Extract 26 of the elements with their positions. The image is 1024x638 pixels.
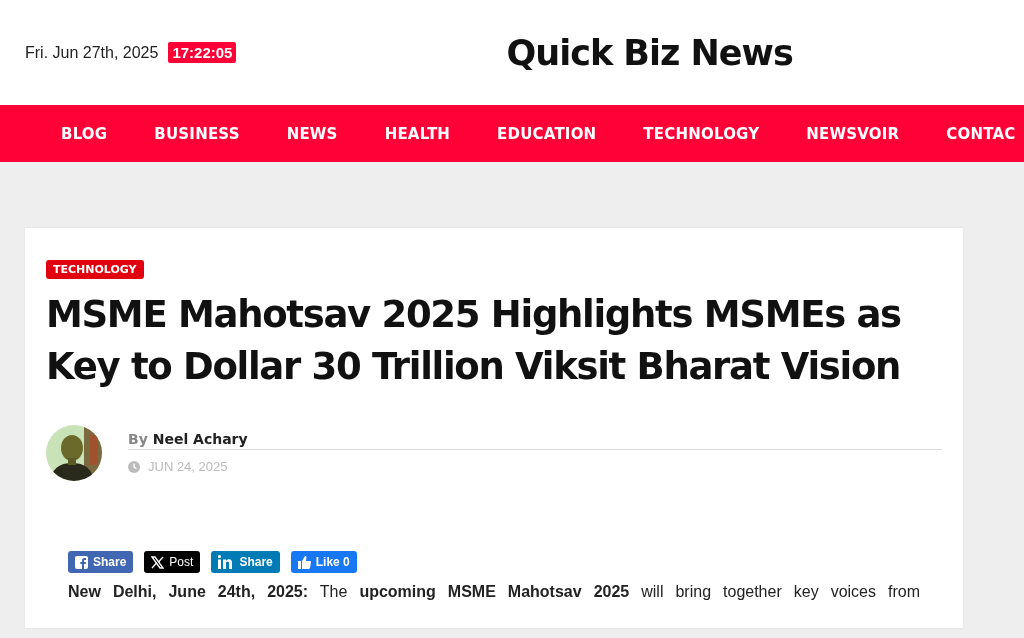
facebook-share-button[interactable]: Share bbox=[68, 551, 134, 573]
clock-icon bbox=[128, 460, 140, 473]
x-logo-icon bbox=[151, 555, 165, 569]
nav-link[interactable]: BLOG bbox=[61, 124, 108, 143]
header-date: Fri. Jun 27th, 2025 bbox=[25, 43, 159, 62]
article-title: MSME Mahotsav 2025 Highlights MSMEs as Key to Dollar 30 Trillion Viksit Bharat Vision bbox=[46, 292, 902, 390]
site-title[interactable]: Quick Biz News bbox=[506, 32, 793, 73]
nav-link[interactable]: NEWS bbox=[286, 124, 338, 143]
nav-link[interactable]: TECHNOLOGY bbox=[643, 124, 760, 143]
like-button[interactable]: Like 0 bbox=[290, 551, 357, 573]
nav-link[interactable]: BUSINESS bbox=[154, 124, 240, 143]
nav-link[interactable]: HEALTH bbox=[384, 124, 451, 143]
byline-label: By bbox=[128, 431, 148, 447]
x-post-button[interactable]: Post bbox=[144, 551, 201, 573]
publish-date: JUN 24, 2025 bbox=[148, 459, 228, 474]
article-paragraph: New Delhi, June 24th, 2025: The upcoming MSME Mahotsav 2025 will bring together key voices from bbox=[68, 583, 920, 601]
thumbs-up-icon bbox=[297, 555, 311, 569]
facebook-icon bbox=[75, 555, 88, 569]
nav-link[interactable]: CONTAC bbox=[946, 124, 1016, 143]
nav-link[interactable]: EDUCATION bbox=[497, 124, 597, 143]
author-link[interactable]: Neel Achary bbox=[152, 431, 248, 447]
linkedin-share-button[interactable]: Share bbox=[211, 551, 280, 573]
category-tag[interactable]: TECHNOLOGY bbox=[46, 260, 144, 279]
nav-link[interactable]: NEWSVOIR bbox=[806, 124, 900, 143]
linkedin-icon bbox=[218, 555, 235, 569]
clock-badge: 17:22:05 bbox=[168, 42, 237, 63]
